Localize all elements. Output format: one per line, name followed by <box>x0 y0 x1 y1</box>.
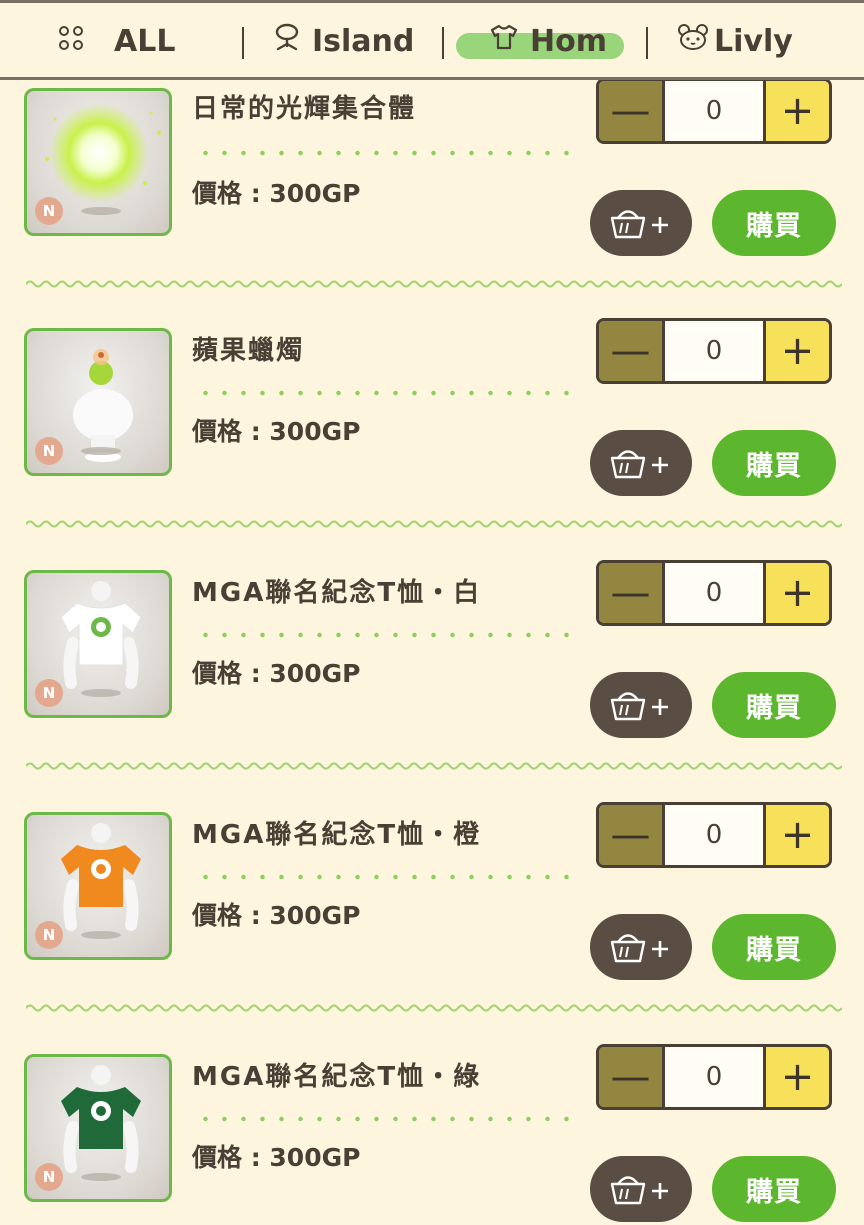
grid-dots-icon <box>58 24 84 59</box>
quantity-value[interactable]: 0 <box>665 81 763 141</box>
add-to-cart-button[interactable] <box>590 914 692 980</box>
tab-hom[interactable]: Hom <box>488 17 607 65</box>
rarity-badge: N <box>35 921 63 949</box>
item-shadow <box>81 207 121 215</box>
item-thumbnail[interactable]: N <box>24 812 172 960</box>
dotted-divider <box>196 874 576 880</box>
item-thumbnail[interactable]: N <box>24 1054 172 1202</box>
wave-divider <box>26 280 842 288</box>
tab-island-label: Island <box>312 23 415 59</box>
quantity-value[interactable]: 0 <box>665 805 763 865</box>
buy-button[interactable]: 購買 <box>712 1156 836 1222</box>
buy-button[interactable]: 購買 <box>712 190 836 256</box>
add-to-cart-button[interactable] <box>590 672 692 738</box>
quantity-value[interactable]: 0 <box>665 563 763 623</box>
tab-all[interactable]: ALL <box>58 17 175 65</box>
tab-livly-label: Livly <box>714 23 793 59</box>
quantity-stepper: — 0 + <box>596 802 832 868</box>
item-shadow <box>81 447 121 455</box>
tab-separator <box>242 27 244 59</box>
quantity-value[interactable]: 0 <box>665 1047 763 1107</box>
rarity-badge: N <box>35 679 63 707</box>
item-shadow <box>81 931 121 939</box>
plus-button[interactable]: + <box>763 1047 829 1107</box>
minus-button[interactable]: — <box>599 563 665 623</box>
rarity-badge: N <box>35 197 63 225</box>
add-to-cart-button[interactable] <box>590 1156 692 1222</box>
basket-plus-icon <box>610 450 668 479</box>
item-name: MGA聯名紀念T恤・橙 <box>192 820 482 850</box>
tab-separator <box>646 27 648 59</box>
quantity-value[interactable]: 0 <box>665 321 763 381</box>
list-item: N MGA聯名紀念T恤・綠 價格 : 300GP — 0 + 購買 <box>0 1044 864 1225</box>
plus-button[interactable]: + <box>763 321 829 381</box>
rarity-badge: N <box>35 1163 63 1191</box>
category-tab-bar: ALL Island Hom Livly <box>0 0 864 80</box>
wave-divider <box>26 520 842 528</box>
basket-plus-icon <box>610 1176 668 1205</box>
plus-button[interactable]: + <box>763 81 829 141</box>
wave-divider <box>26 762 842 770</box>
item-name: MGA聯名紀念T恤・白 <box>192 578 482 608</box>
tab-island[interactable]: Island <box>272 17 414 65</box>
item-name: MGA聯名紀念T恤・綠 <box>192 1062 482 1092</box>
quantity-stepper: — 0 + <box>596 78 832 144</box>
livly-face-icon <box>676 22 710 60</box>
add-to-cart-button[interactable] <box>590 190 692 256</box>
buy-button[interactable]: 購買 <box>712 672 836 738</box>
item-shadow <box>81 689 121 697</box>
basket-plus-icon <box>610 934 668 963</box>
item-thumbnail[interactable]: N <box>24 88 172 236</box>
island-tree-icon <box>272 22 302 60</box>
dotted-divider <box>196 632 576 638</box>
item-name: 蘋果蠟燭 <box>192 336 305 366</box>
item-price: 價格 : 300GP <box>192 417 361 446</box>
item-thumbnail[interactable]: N <box>24 570 172 718</box>
minus-button[interactable]: — <box>599 81 665 141</box>
quantity-stepper: — 0 + <box>596 560 832 626</box>
item-thumbnail[interactable]: N <box>24 328 172 476</box>
dotted-divider <box>196 150 576 156</box>
dotted-divider <box>196 1116 576 1122</box>
item-name: 日常的光輝集合體 <box>192 94 417 124</box>
shirt-icon <box>488 23 520 59</box>
tab-hom-label: Hom <box>530 23 607 59</box>
buy-button[interactable]: 購買 <box>712 430 836 496</box>
minus-button[interactable]: — <box>599 1047 665 1107</box>
minus-button[interactable]: — <box>599 321 665 381</box>
item-shadow <box>81 1173 121 1181</box>
quantity-stepper: — 0 + <box>596 1044 832 1110</box>
item-price: 價格 : 300GP <box>192 179 361 208</box>
item-price: 價格 : 300GP <box>192 1143 361 1172</box>
basket-plus-icon <box>610 692 668 721</box>
item-price: 價格 : 300GP <box>192 901 361 930</box>
dotted-divider <box>196 390 576 396</box>
plus-button[interactable]: + <box>763 563 829 623</box>
tab-all-label: ALL <box>114 23 176 59</box>
minus-button[interactable]: — <box>599 805 665 865</box>
plus-button[interactable]: + <box>763 805 829 865</box>
tab-separator <box>442 27 444 59</box>
buy-button[interactable]: 購買 <box>712 914 836 980</box>
rarity-badge: N <box>35 437 63 465</box>
wave-divider <box>26 1004 842 1012</box>
add-to-cart-button[interactable] <box>590 430 692 496</box>
quantity-stepper: — 0 + <box>596 318 832 384</box>
item-price: 價格 : 300GP <box>192 659 361 688</box>
tab-livly[interactable]: Livly <box>676 17 793 65</box>
basket-plus-icon <box>610 210 668 239</box>
